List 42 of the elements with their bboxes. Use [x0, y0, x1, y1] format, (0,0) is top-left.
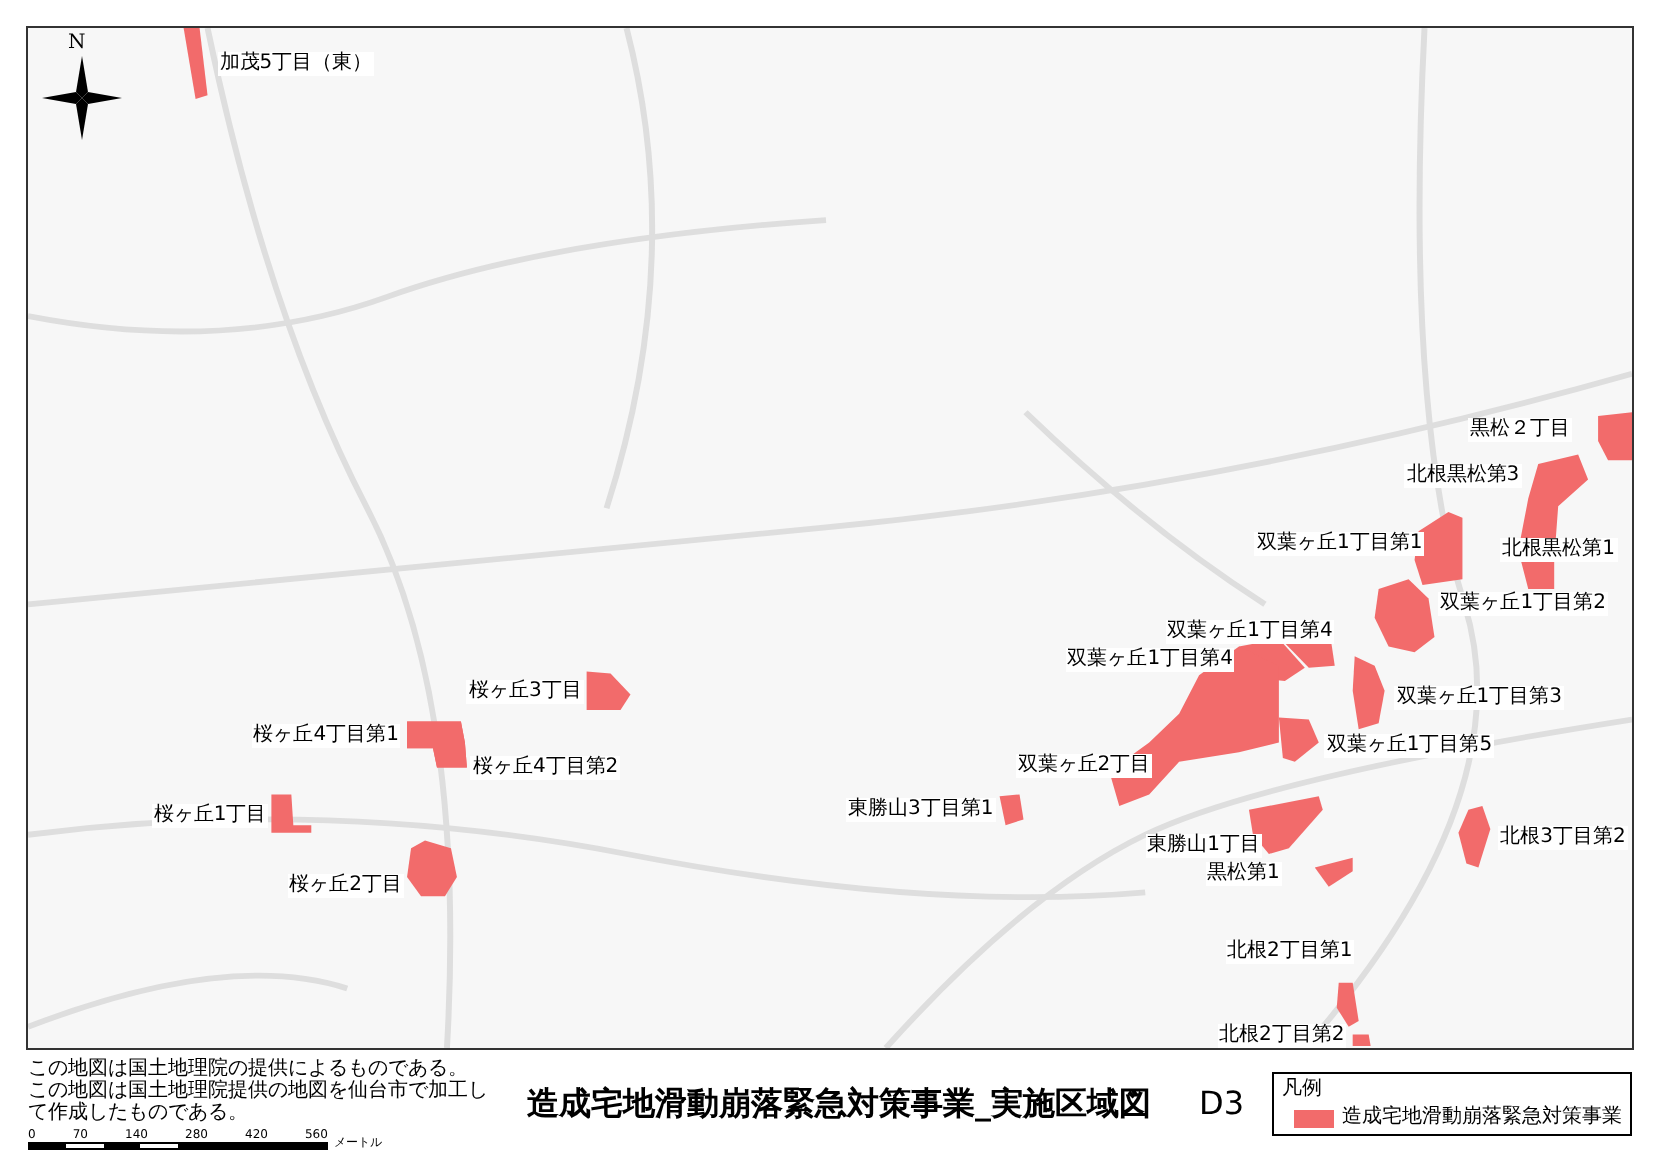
legend-label: 造成宅地滑動崩落緊急対策事業 [1342, 1106, 1622, 1130]
zone-label: 双葉ヶ丘1丁目第4 [1165, 619, 1335, 644]
zone-label: 黒松第1 [1205, 861, 1282, 886]
compass-icon [42, 56, 122, 140]
zone-label: 北根黒松第3 [1404, 464, 1522, 489]
map-note: この地図は国土地理院提供の地図を仙台市で加工して作成したものである。 [28, 1080, 490, 1124]
hazard-zone [1314, 857, 1353, 887]
north-label: N [68, 34, 86, 54]
zone-label: 桜ヶ丘4丁目第1 [251, 723, 401, 748]
zone-label: 桜ヶ丘1丁目 [151, 804, 269, 829]
hazard-zone [271, 794, 312, 833]
map-note: この地図は国土地理院の提供によるものである。 [28, 1058, 470, 1080]
legend-title: 凡例 [1282, 1078, 1324, 1102]
zone-label: 双葉ヶ丘2丁目 [1015, 754, 1153, 779]
zone-label: 東勝山3丁目第1 [845, 798, 996, 823]
zone-label: 双葉ヶ丘1丁目第3 [1394, 686, 1565, 711]
hazard-zone [586, 671, 631, 710]
zone-label: 桜ヶ丘4丁目第2 [470, 756, 621, 780]
hazard-zone [1352, 1034, 1371, 1047]
hazard-zone [1374, 579, 1435, 653]
hazard-zone [999, 794, 1024, 826]
zone-label: 北根3丁目第2 [1498, 825, 1628, 850]
zone-label: 黒松２丁目 [1468, 417, 1573, 442]
zone-label: 桜ヶ丘3丁目 [466, 679, 584, 704]
zone-label: 加茂5丁目（東） [217, 52, 375, 77]
zone-label: 双葉ヶ丘1丁目第1 [1254, 531, 1425, 556]
hazard-zone [1598, 412, 1632, 461]
hazard-zone [1458, 805, 1491, 868]
zone-label: 北根2丁目第2 [1217, 1023, 1347, 1047]
hazard-zone [1336, 982, 1359, 1027]
zone-label: 双葉ヶ丘1丁目第5 [1324, 734, 1495, 759]
zone-label: 桜ヶ丘2丁目 [287, 873, 405, 898]
sheet-number: D3 [1199, 1082, 1244, 1126]
zone-label: 双葉ヶ丘1丁目第2 [1438, 592, 1608, 617]
zone-label: 双葉ヶ丘1丁目第4 [1065, 648, 1235, 673]
hazard-zone [183, 28, 208, 100]
zone-label: 北根黒松第1 [1500, 537, 1618, 562]
zone-label: 北根2丁目第1 [1225, 940, 1355, 965]
hazard-zone [1352, 656, 1385, 730]
hazard-zone [407, 840, 457, 897]
map-title: 造成宅地滑動崩落緊急対策事業_実施区域図 [527, 1082, 1151, 1126]
zone-label: 東勝山1丁目 [1145, 834, 1262, 859]
